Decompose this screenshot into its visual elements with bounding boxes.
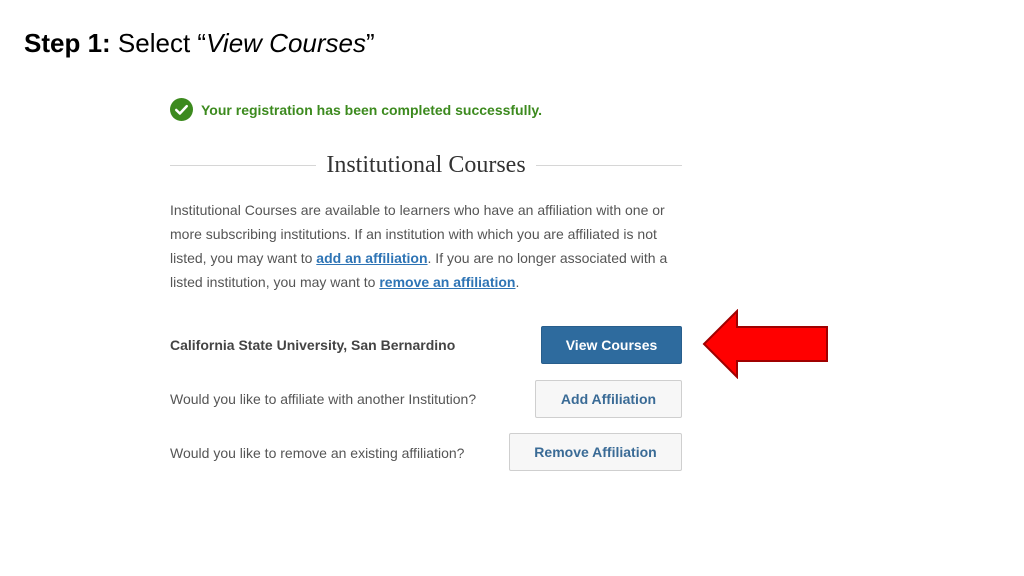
step-text-prefix: Select “ — [110, 28, 207, 58]
remove-question: Would you like to remove an existing aff… — [170, 445, 465, 461]
heading-rule-left — [170, 165, 317, 166]
institution-name: California State University, San Bernard… — [170, 337, 456, 353]
arrow-left-icon — [702, 309, 828, 379]
description-text-3: . — [515, 274, 520, 290]
add-affiliation-button[interactable]: Add Affiliation — [535, 380, 682, 418]
success-message: Your registration has been completed suc… — [201, 101, 543, 118]
step-label: Step 1: — [24, 28, 111, 58]
slide-title: Step 1: Select “View Courses” — [24, 28, 375, 59]
section-heading: Institutional Courses — [170, 152, 683, 179]
success-banner: Your registration has been completed suc… — [170, 98, 542, 121]
check-circle-icon — [170, 98, 193, 121]
add-affiliation-link[interactable]: add an affiliation — [316, 250, 427, 266]
remove-affiliation-link[interactable]: remove an affiliation — [379, 274, 515, 290]
section-description: Institutional Courses are available to l… — [170, 198, 690, 294]
affiliate-question: Would you like to affiliate with another… — [170, 391, 477, 407]
remove-affiliation-button[interactable]: Remove Affiliation — [509, 433, 682, 471]
step-text-suffix: ” — [366, 28, 375, 58]
view-courses-button[interactable]: View Courses — [541, 326, 682, 364]
section-title: Institutional Courses — [326, 152, 526, 178]
step-text-emphasis: View Courses — [206, 28, 366, 58]
heading-rule-right — [535, 165, 683, 166]
